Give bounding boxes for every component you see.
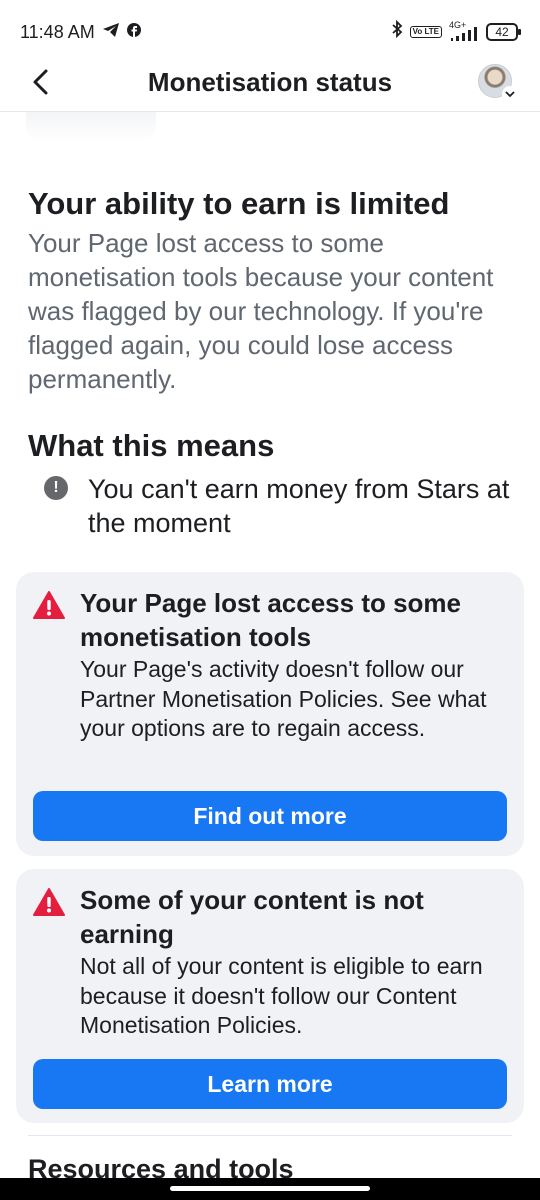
card-description: Your Page's activity doesn't follow our … <box>80 656 487 741</box>
learn-more-button[interactable]: Learn more <box>33 1059 507 1109</box>
profile-switcher[interactable] <box>478 64 518 102</box>
divider <box>28 1135 512 1136</box>
faded-placeholder <box>26 112 156 142</box>
battery-level: 42 <box>495 24 509 39</box>
find-out-more-button[interactable]: Find out more <box>33 791 507 841</box>
means-item-text: You can't earn money from Stars at the m… <box>88 474 510 538</box>
telegram-icon <box>102 22 120 43</box>
app-header: Monetisation status <box>0 52 540 112</box>
status-time: 11:48 AM <box>20 22 95 42</box>
volte-icon: Vo LTE <box>409 25 442 38</box>
bluetooth-icon <box>391 19 403 43</box>
facebook-notification-icon <box>126 22 142 43</box>
warning-icon <box>33 591 65 619</box>
card-title: Your Page lost access to some monetisati… <box>80 588 461 652</box>
system-nav-bar <box>0 1178 540 1200</box>
chevron-down-icon <box>502 86 518 102</box>
lost-access-card: Your Page lost access to some monetisati… <box>16 572 524 856</box>
means-heading: What this means <box>28 428 275 463</box>
content-not-earning-card: Some of your content is not earning Not … <box>16 869 524 1123</box>
list-item: ! You can't earn money from Stars at the… <box>28 472 514 540</box>
limit-heading: Your ability to earn is limited <box>28 186 450 221</box>
limit-description: Your Page lost access to some monetisati… <box>28 228 494 394</box>
page-title: Monetisation status <box>147 67 393 97</box>
card-description: Not all of your content is eligible to e… <box>80 953 483 1038</box>
exclamation-info-icon: ! <box>44 476 68 500</box>
main-content: Your ability to earn is limited Your Pag… <box>28 184 514 540</box>
warning-icon <box>33 888 65 916</box>
signal-icon: 4G+ <box>449 20 479 42</box>
home-indicator[interactable] <box>170 1186 370 1191</box>
card-title: Some of your content is not earning <box>80 885 424 949</box>
battery-icon: 42 <box>486 22 521 41</box>
